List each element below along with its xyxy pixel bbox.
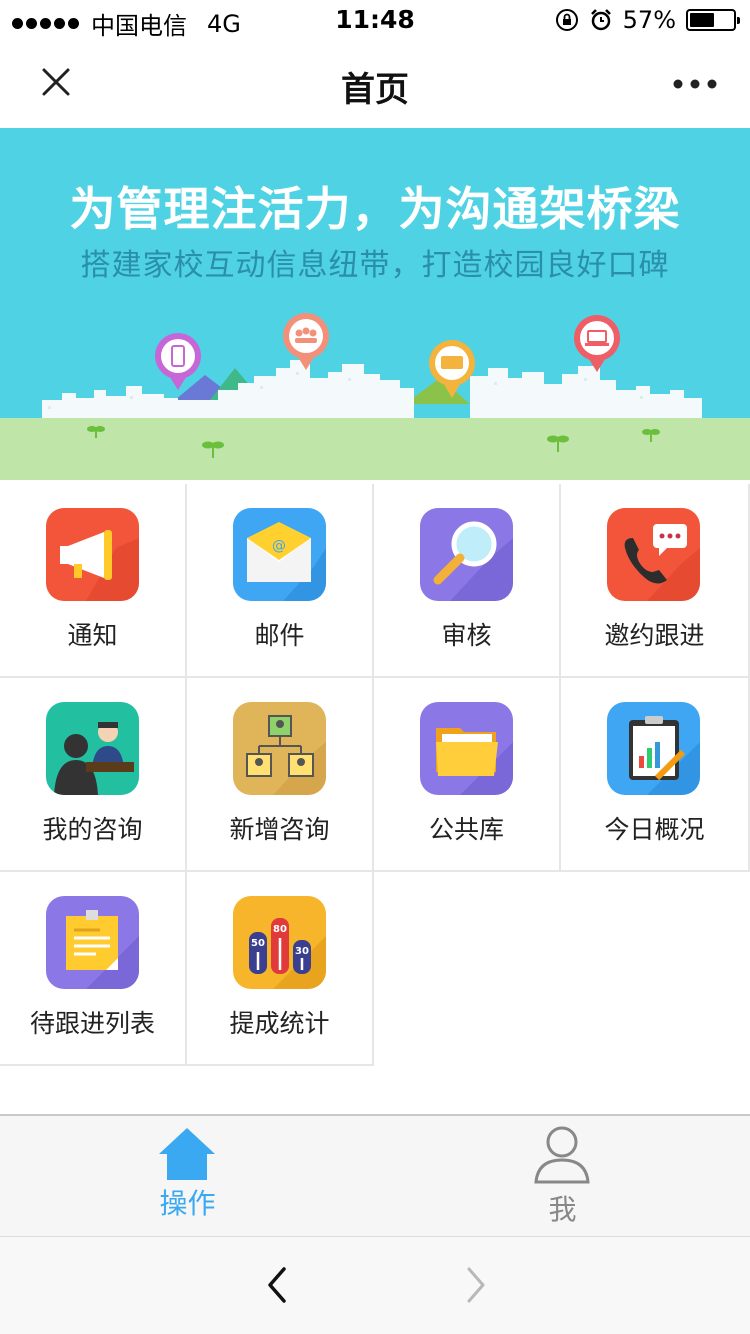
menu-item-new-consult[interactable]: 新增咨询 xyxy=(187,678,374,872)
menu-item-my-consult[interactable]: 我的咨询 xyxy=(0,678,187,872)
nav-bar: 首页 xyxy=(0,40,750,128)
phone-icon xyxy=(607,508,700,601)
magnifier-icon xyxy=(420,508,513,601)
menu-label: 邮件 xyxy=(254,621,305,650)
more-icon[interactable] xyxy=(670,64,720,104)
tab-label: 操作 xyxy=(159,1187,216,1220)
menu-label: 新增咨询 xyxy=(229,815,330,844)
phone-pin-icon xyxy=(155,333,201,390)
browser-toolbar xyxy=(0,1236,750,1334)
folder-icon xyxy=(420,702,513,795)
menu-item-review[interactable]: 审核 xyxy=(374,484,561,678)
org-chart-icon xyxy=(233,702,326,795)
battery-icon xyxy=(686,9,740,31)
hero-banner: 为管理注活力，为沟通架桥梁 搭建家校互动信息纽带，打造校园良好口碑 xyxy=(0,128,750,480)
laptop-pin-icon xyxy=(574,315,620,372)
menu-item-invite-followup[interactable]: 邀约跟进 xyxy=(561,484,750,678)
note-icon xyxy=(46,896,139,989)
tab-label: 我 xyxy=(548,1193,577,1226)
tab-operations[interactable]: 操作 xyxy=(0,1116,375,1236)
menu-label: 公共库 xyxy=(428,815,504,844)
menu-label: 审核 xyxy=(441,621,492,650)
clipboard-chart-icon xyxy=(607,702,700,795)
forward-arrow-icon[interactable] xyxy=(455,1265,495,1305)
mail-icon: @ xyxy=(233,508,326,601)
svg-text:50: 50 xyxy=(251,938,265,949)
menu-label: 邀约跟进 xyxy=(604,621,705,650)
status-right: 57% xyxy=(555,6,740,34)
page-title: 首页 xyxy=(341,70,409,110)
svg-text:30: 30 xyxy=(295,946,309,957)
people-pin-icon xyxy=(283,313,329,370)
menu-label: 今日概况 xyxy=(604,815,705,844)
svg-text:80: 80 xyxy=(273,924,287,935)
tab-bar: 操作 我 xyxy=(0,1114,750,1236)
back-arrow-icon[interactable] xyxy=(258,1265,298,1305)
menu-label: 我的咨询 xyxy=(42,815,143,844)
banner-title: 为管理注活力，为沟通架桥梁 xyxy=(69,182,681,236)
user-icon xyxy=(534,1126,590,1184)
menu-item-mail[interactable]: @ 邮件 xyxy=(187,484,374,678)
svg-text:@: @ xyxy=(272,538,286,554)
consult-icon xyxy=(46,702,139,795)
megaphone-icon xyxy=(46,508,139,601)
menu-item-notice[interactable]: 通知 xyxy=(0,484,187,678)
home-icon xyxy=(159,1128,215,1180)
alarm-icon xyxy=(590,9,611,31)
battery-percent: 57% xyxy=(622,6,676,34)
menu-label: 通知 xyxy=(67,621,118,650)
rotation-lock-icon xyxy=(555,9,578,31)
menu-label: 待跟进列表 xyxy=(29,1009,155,1038)
menu-item-commission-stats[interactable]: 50 80 30 提成统计 xyxy=(187,872,374,1066)
bar-stats-icon: 50 80 30 xyxy=(233,896,326,989)
menu-item-pending-list[interactable]: 待跟进列表 xyxy=(0,872,187,1066)
menu-item-public-library[interactable]: 公共库 xyxy=(374,678,561,872)
menu-item-today-overview[interactable]: 今日概况 xyxy=(561,678,750,872)
status-bar: 中国电信 4G 11:48 57% xyxy=(0,0,750,40)
tab-me[interactable]: 我 xyxy=(375,1116,750,1236)
banner-subtitle: 搭建家校互动信息纽带，打造校园良好口碑 xyxy=(80,248,670,283)
menu-label: 提成统计 xyxy=(229,1009,330,1038)
